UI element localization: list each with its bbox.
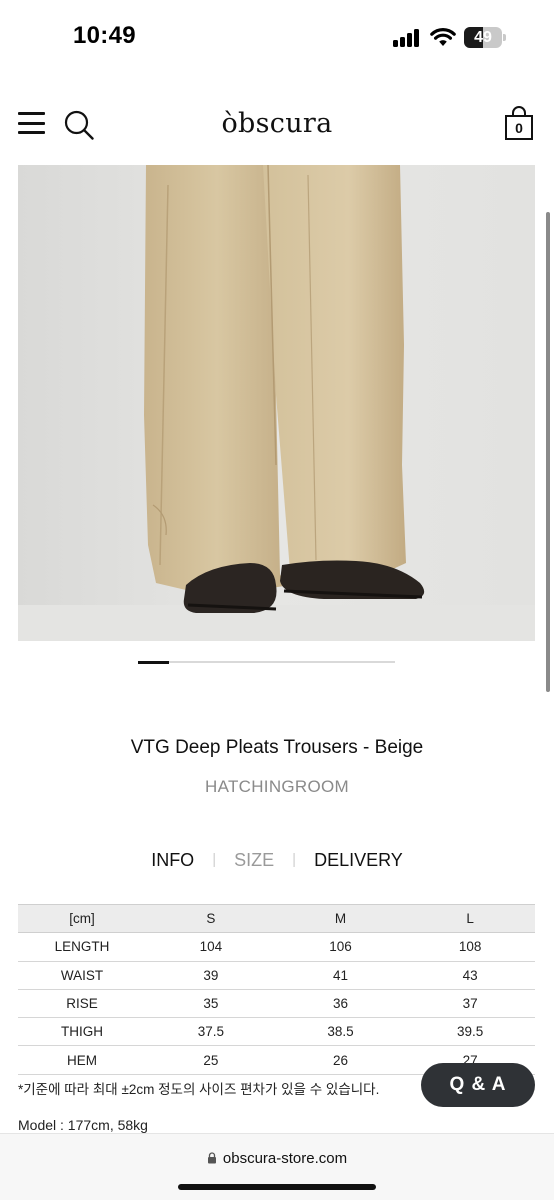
tab-size[interactable]: SIZE xyxy=(234,850,274,871)
table-cell: 39 xyxy=(146,961,276,990)
table-header-row: [cm] S M L xyxy=(18,904,535,934)
table-cell: 37 xyxy=(405,989,535,1019)
url-field[interactable]: obscura-store.com xyxy=(0,1150,554,1167)
browser-address-bar: obscura-store.com xyxy=(0,1133,554,1200)
product-title: VTG Deep Pleats Trousers - Beige xyxy=(130,737,424,758)
carousel-progress[interactable] xyxy=(138,660,395,664)
tab-info[interactable]: INFO xyxy=(151,850,194,871)
table-cell: 35 xyxy=(146,989,276,1019)
table-header-cell: L xyxy=(405,904,535,934)
table-cell: 37.5 xyxy=(146,1017,276,1047)
table-cell: 39.5 xyxy=(405,1017,535,1047)
model-info: Model : 177cm, 58kg xyxy=(18,1117,148,1133)
table-cell: 41 xyxy=(275,961,406,990)
carousel-progress-thumb xyxy=(138,660,169,664)
table-header-cell: S xyxy=(146,904,276,934)
product-brand[interactable]: HATCHINGROOM xyxy=(0,777,554,797)
table-cell: WAIST xyxy=(18,961,146,990)
site-header: òbscura 0 xyxy=(0,96,554,156)
lock-icon xyxy=(207,1152,216,1164)
table-cell: 36 xyxy=(275,989,406,1019)
scrollbar[interactable] xyxy=(546,212,550,692)
status-bar: 10:49 49 xyxy=(0,0,554,72)
size-note: *기준에 따라 최대 ±2cm 정도의 사이즈 편차가 있을 수 있습니다. xyxy=(18,1082,380,1097)
qa-button[interactable]: Q & A xyxy=(421,1063,535,1107)
table-cell: RISE xyxy=(18,989,146,1019)
table-cell: 43 xyxy=(405,961,535,990)
table-cell: 108 xyxy=(405,932,535,962)
table-cell: LENGTH xyxy=(18,932,146,962)
product-image[interactable] xyxy=(18,165,535,641)
table-row: THIGH 37.5 38.5 39.5 xyxy=(18,1017,535,1047)
table-row: RISE 35 36 37 xyxy=(18,989,535,1019)
home-indicator[interactable] xyxy=(178,1184,376,1190)
cart-count: 0 xyxy=(515,120,523,136)
table-row: LENGTH 104 106 108 xyxy=(18,932,535,962)
table-header-cell: [cm] xyxy=(18,904,146,934)
table-cell: HEM xyxy=(18,1045,146,1075)
tab-delivery[interactable]: DELIVERY xyxy=(314,850,403,871)
table-cell: 38.5 xyxy=(275,1017,406,1047)
status-time: 10:49 xyxy=(73,22,136,49)
product-photo xyxy=(18,165,535,641)
tab-divider: | xyxy=(292,851,297,868)
table-row: WAIST 39 41 43 xyxy=(18,961,535,990)
signal-icon xyxy=(393,29,421,47)
url-text: obscura-store.com xyxy=(222,1150,348,1167)
table-cell: 104 xyxy=(146,932,276,962)
site-logo[interactable]: òbscura xyxy=(0,108,554,139)
table-cell: 106 xyxy=(275,932,406,962)
table-header-cell: M xyxy=(275,904,406,934)
tab-divider: | xyxy=(212,851,217,868)
cart-icon[interactable]: 0 xyxy=(504,106,534,140)
product-tabs: INFO | SIZE | DELIVERY xyxy=(0,850,554,874)
size-table: [cm] S M L LENGTH 104 106 108 WAIST 39 4… xyxy=(18,904,535,1075)
table-cell: 25 xyxy=(146,1045,276,1075)
battery-level: 49 xyxy=(474,29,492,46)
wifi-icon xyxy=(430,28,456,46)
table-cell: 26 xyxy=(275,1045,406,1075)
table-cell: THIGH xyxy=(18,1017,146,1047)
battery-icon: 49 xyxy=(464,27,506,48)
